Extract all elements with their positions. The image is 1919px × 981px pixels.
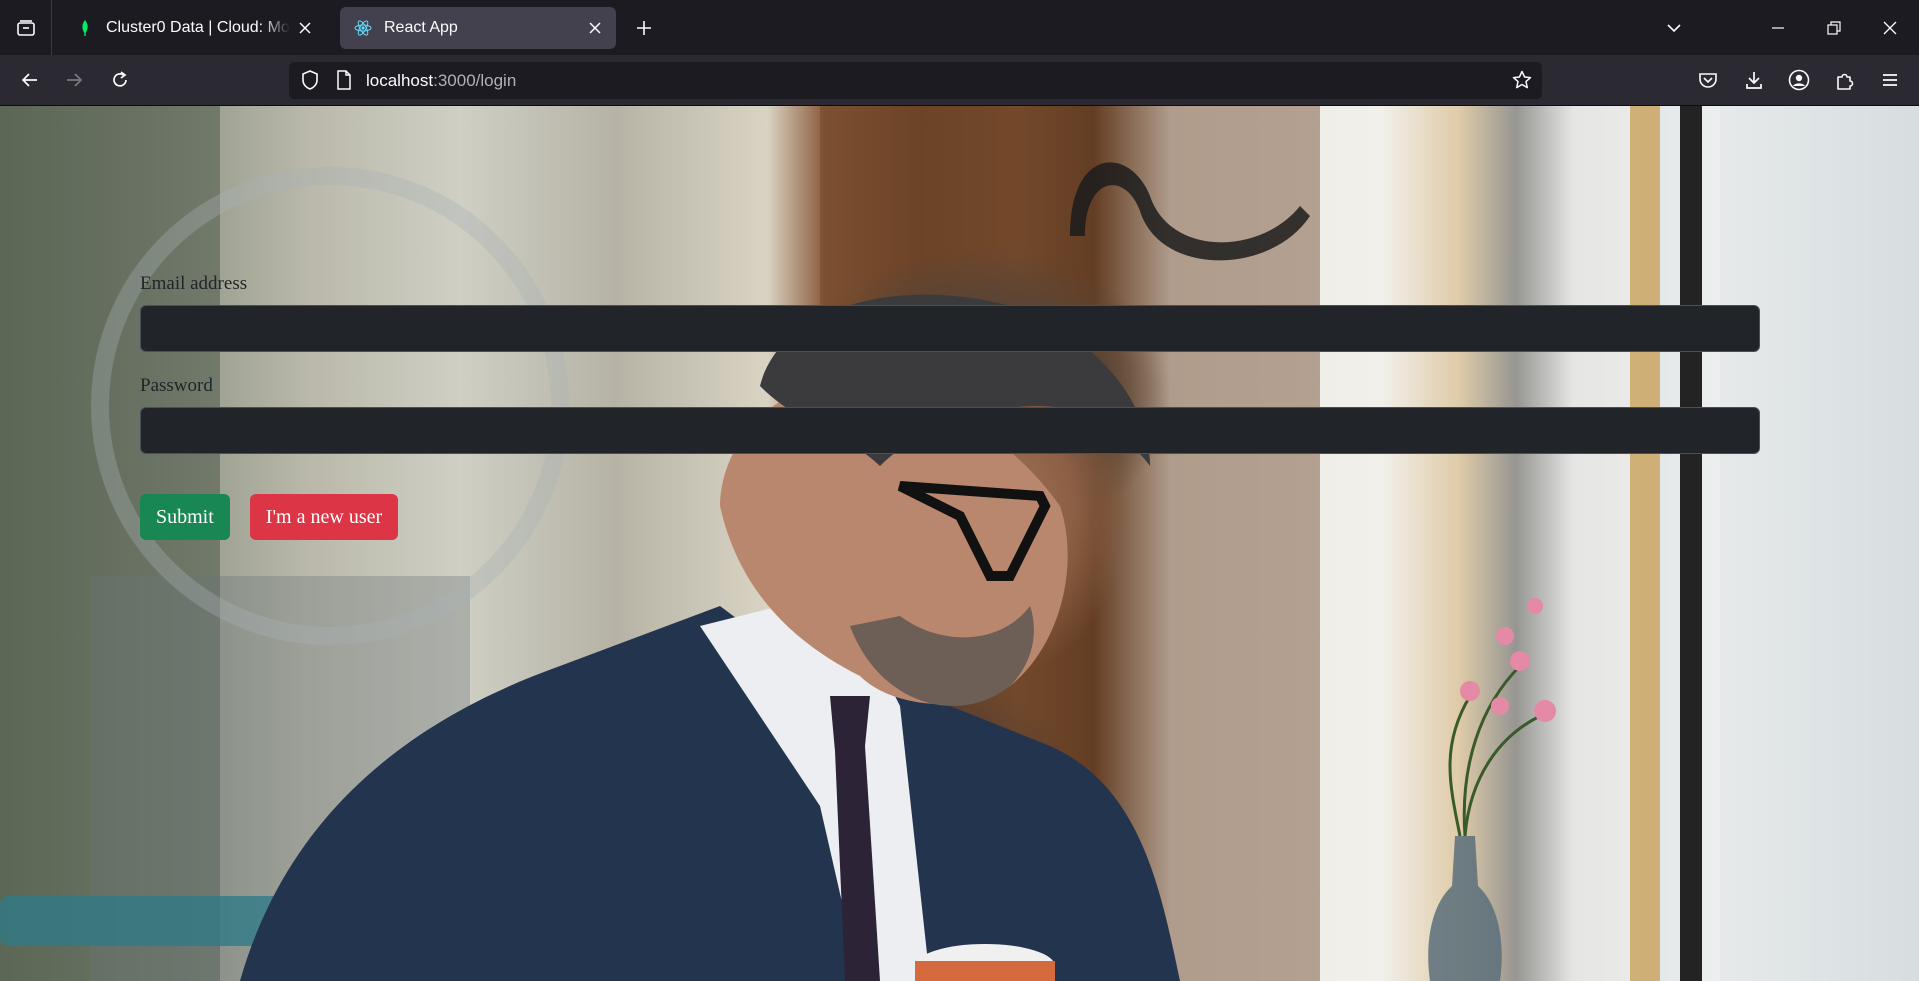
- url-path: :3000/login: [433, 71, 517, 90]
- address-bar[interactable]: localhost:3000/login: [289, 62, 1542, 99]
- app-menu-button[interactable]: [1874, 64, 1906, 96]
- pocket-button[interactable]: [1692, 64, 1724, 96]
- new-tab-button[interactable]: [630, 14, 658, 42]
- submit-button[interactable]: Submit: [140, 494, 230, 540]
- page-viewport: Email address Password Submit I'm a new …: [0, 106, 1919, 981]
- download-icon: [1746, 72, 1762, 89]
- form-actions: Submit I'm a new user: [140, 494, 1760, 540]
- minimize-icon: [1772, 27, 1784, 29]
- arrow-right-icon: [67, 73, 83, 87]
- close-window-button[interactable]: [1874, 12, 1906, 44]
- account-icon: [1788, 69, 1810, 91]
- tab-strip: Cluster0 Data | Cloud: MongoDB Cloud Rea…: [0, 0, 1919, 55]
- navigation-toolbar: localhost:3000/login: [0, 55, 1919, 106]
- mongodb-leaf-icon: [76, 19, 94, 37]
- account-button[interactable]: [1783, 64, 1815, 96]
- tab-title: React App: [384, 19, 458, 36]
- tab-mongodb[interactable]: Cluster0 Data | Cloud: MongoDB Cloud: [62, 7, 326, 49]
- list-all-tabs-button[interactable]: [1658, 12, 1690, 44]
- password-label: Password: [140, 375, 213, 396]
- new-user-button[interactable]: I'm a new user: [249, 494, 399, 540]
- downloads-button[interactable]: [1738, 64, 1770, 96]
- extensions-button[interactable]: [1829, 64, 1861, 96]
- password-group: Password: [140, 375, 1760, 454]
- reload-button[interactable]: [104, 64, 136, 96]
- plus-icon: [637, 21, 651, 35]
- tab-title: Cluster0 Data | Cloud: MongoDB Cloud: [106, 19, 290, 36]
- close-tab-icon[interactable]: [294, 17, 316, 39]
- url-text: localhost:3000/login: [366, 71, 516, 91]
- restore-icon: [1827, 21, 1841, 35]
- password-field[interactable]: [140, 407, 1760, 454]
- minimize-button[interactable]: [1762, 12, 1794, 44]
- email-group: Email address: [140, 273, 1760, 352]
- back-button[interactable]: [14, 64, 46, 96]
- email-field[interactable]: [140, 305, 1760, 352]
- restore-button[interactable]: [1818, 12, 1850, 44]
- email-label: Email address: [140, 273, 248, 294]
- chevron-down-icon: [1667, 24, 1681, 33]
- close-tab-icon[interactable]: [584, 17, 606, 39]
- url-host: localhost: [366, 71, 434, 90]
- photo-man-in-cafe: [0, 106, 1919, 981]
- reload-icon: [113, 71, 127, 87]
- puzzle-piece-icon: [1837, 73, 1854, 90]
- page-info-icon[interactable]: [332, 68, 356, 92]
- tracking-protection-shield-icon[interactable]: [298, 68, 322, 92]
- tab-list-icon: [16, 19, 35, 36]
- pocket-icon: [1699, 73, 1717, 88]
- close-icon: [1883, 21, 1897, 35]
- react-icon: [354, 19, 372, 37]
- tab-react-app[interactable]: React App: [340, 7, 616, 49]
- tab-overview-button[interactable]: [0, 0, 52, 55]
- arrow-left-icon: [21, 73, 37, 87]
- forward-button[interactable]: [58, 64, 90, 96]
- hamburger-menu-icon: [1883, 74, 1897, 86]
- bookmark-star-icon[interactable]: [1510, 68, 1534, 92]
- login-form: Email address Password Submit I'm a new …: [140, 273, 1760, 540]
